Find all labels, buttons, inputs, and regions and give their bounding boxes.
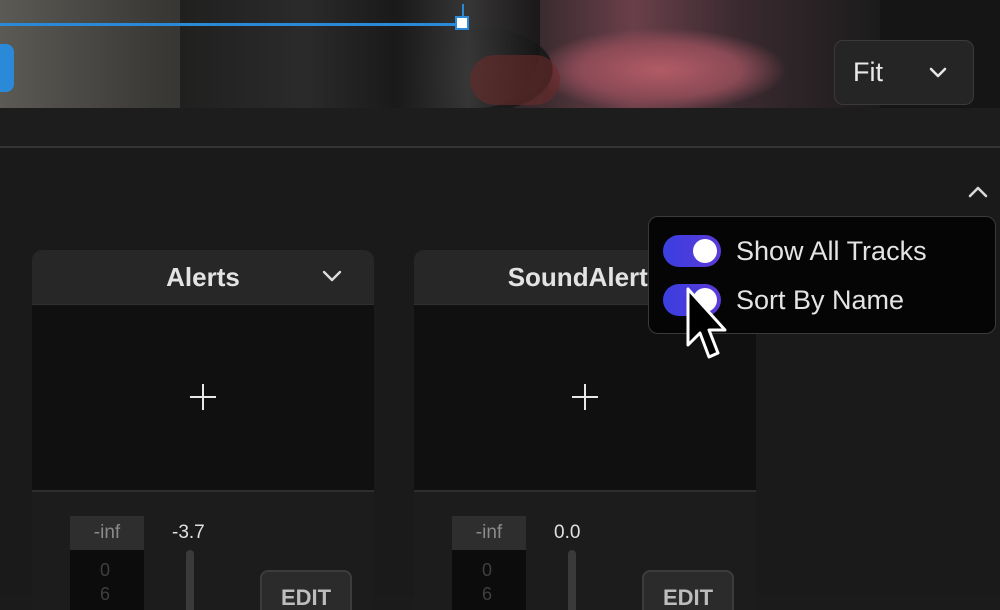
preview-image	[0, 0, 880, 108]
volume-level: -3.7	[172, 522, 205, 543]
track-title: Alerts	[166, 261, 240, 292]
meter-tick: 0	[482, 560, 493, 580]
chevron-down-icon[interactable]	[322, 270, 342, 282]
meter-tick: 0	[100, 560, 111, 580]
toggle-switch[interactable]	[663, 235, 721, 267]
track-controls: -inf 0 6 -3.7 EDIT	[32, 492, 374, 610]
add-source-area[interactable]	[32, 304, 374, 490]
scrub-bar[interactable]	[0, 23, 464, 26]
zoom-select[interactable]: Fit	[834, 40, 974, 105]
meter-tick: 6	[100, 584, 111, 604]
volume-level: 0.0	[554, 522, 581, 543]
track-title: SoundAlerts	[507, 261, 663, 292]
edit-button[interactable]: EDIT	[260, 570, 352, 610]
left-blue-button[interactable]	[0, 44, 14, 92]
chevron-down-icon	[929, 67, 947, 77]
option-label: Sort By Name	[736, 284, 905, 315]
edit-button[interactable]: EDIT	[642, 570, 734, 610]
meter-ticks: 0 6	[70, 550, 144, 606]
plus-icon[interactable]	[190, 384, 216, 410]
zoom-select-value: Fit	[853, 57, 883, 87]
option-label: Show All Tracks	[736, 235, 927, 266]
mouse-cursor-icon	[686, 287, 727, 359]
toggle-knob	[693, 239, 717, 263]
option-show-all-tracks[interactable]: Show All Tracks	[663, 231, 927, 271]
meter-ticks: 0 6	[452, 550, 526, 606]
meter-tick: 6	[482, 584, 493, 604]
volume-fader[interactable]	[568, 550, 576, 610]
plus-icon[interactable]	[572, 384, 598, 410]
video-preview: Fit	[0, 0, 1000, 108]
track-card-alerts: Alerts -inf 0 6 -3.7 EDIT	[32, 250, 374, 610]
meter-label: -inf	[452, 516, 526, 550]
volume-fader[interactable]	[186, 550, 194, 610]
track-controls: -inf 0 6 0.0 EDIT	[414, 492, 756, 610]
chevron-up-icon[interactable]	[966, 184, 990, 200]
meter-label: -inf	[70, 516, 144, 550]
scrub-handle[interactable]	[455, 16, 469, 30]
track-header[interactable]: Alerts	[32, 250, 374, 305]
toolbar-band	[0, 108, 1000, 146]
